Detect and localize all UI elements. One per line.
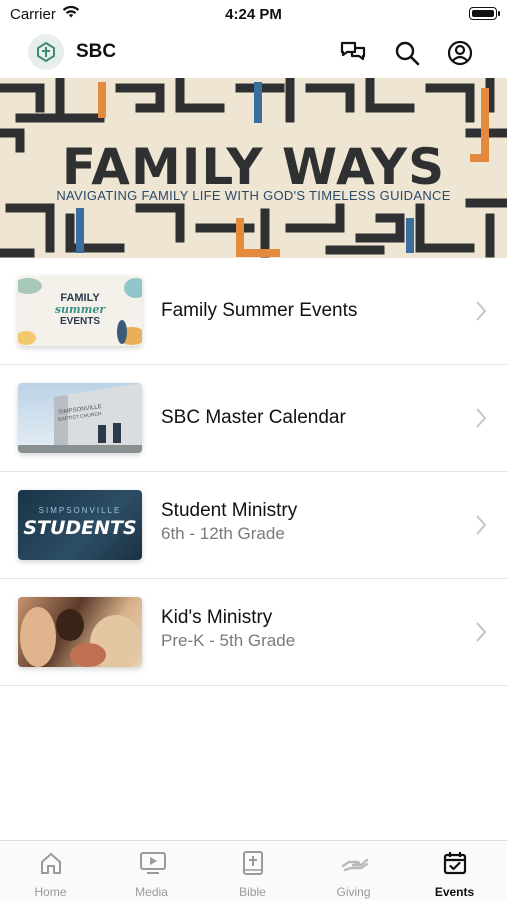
home-icon [41,853,61,874]
tab-label: Giving [336,885,371,899]
app-title: SBC [76,41,117,62]
logo-mark-icon [37,41,55,63]
banner-subtitle: NAVIGATING FAMILY LIFE WITH GOD'S TIMELE… [56,188,451,203]
media-icon [140,852,166,874]
kids-photo [20,607,142,667]
account-icon[interactable] [445,38,475,68]
family-summer-thumbnail: FAMILY summer EVENTS [18,276,142,346]
tab-bible[interactable]: Bible [202,841,303,900]
church-logo[interactable] [28,34,64,70]
thumb-text-students: STUDENTS [23,517,137,539]
list-item-family-summer-events[interactable]: FAMILY summer EVENTS Family Summer Event… [0,258,507,365]
tab-label: Events [434,885,475,899]
list-item-title: Student Ministry [161,500,298,521]
chevron-right-icon [476,622,487,642]
tab-giving[interactable]: Giving [303,841,404,900]
chat-icon[interactable] [338,38,368,68]
chevron-right-icon [476,301,487,321]
bottom-tab-bar: Home Media Bible Giving Events [0,840,507,900]
chevron-right-icon [476,515,487,535]
chevron-right-icon [476,408,487,428]
student-ministry-thumbnail: SIMPSONVILLE STUDENTS [18,490,142,560]
status-bar: Carrier 4:24 PM [0,0,507,28]
list-item-title: Family Summer Events [161,300,358,321]
giving-icon [341,858,369,872]
list-item-subtitle: Pre-K - 5th Grade [161,631,296,650]
clock-time: 4:24 PM [225,6,282,23]
list-item-subtitle: 6th - 12th Grade [161,524,285,543]
list-item-sbc-master-calendar[interactable]: SIMPSONVILLE BAPTIST CHURCH SBC Master C… [0,365,507,472]
events-list: FAMILY summer EVENTS Family Summer Event… [0,258,507,686]
tab-label: Bible [239,885,266,899]
app-header: SBC [0,28,507,78]
tab-events[interactable]: Events [404,841,505,900]
featured-banner[interactable]: FAMILY WAYS NAVIGATING FAMILY LIFE WITH … [0,78,507,258]
thumb-text-events: EVENTS [59,316,100,327]
battery-icon [469,7,500,20]
search-icon[interactable] [392,38,422,68]
thumb-text-simpsonville: SIMPSONVILLE [38,506,122,515]
list-item-title: Kid's Ministry [161,607,273,628]
kids-ministry-thumbnail [18,597,142,667]
tab-home[interactable]: Home [0,841,101,900]
events-icon [443,852,467,875]
list-item-student-ministry[interactable]: SIMPSONVILLE STUDENTS Student Ministry 6… [0,472,507,579]
tab-media[interactable]: Media [101,841,202,900]
bible-icon [243,851,263,875]
thumb-text-summer: summer [54,303,106,316]
master-calendar-thumbnail: SIMPSONVILLE BAPTIST CHURCH [18,383,142,453]
list-item-title: SBC Master Calendar [161,407,346,428]
list-item-kids-ministry[interactable]: Kid's Ministry Pre-K - 5th Grade [0,579,507,686]
tab-label: Media [135,885,168,899]
tab-label: Home [34,885,67,899]
